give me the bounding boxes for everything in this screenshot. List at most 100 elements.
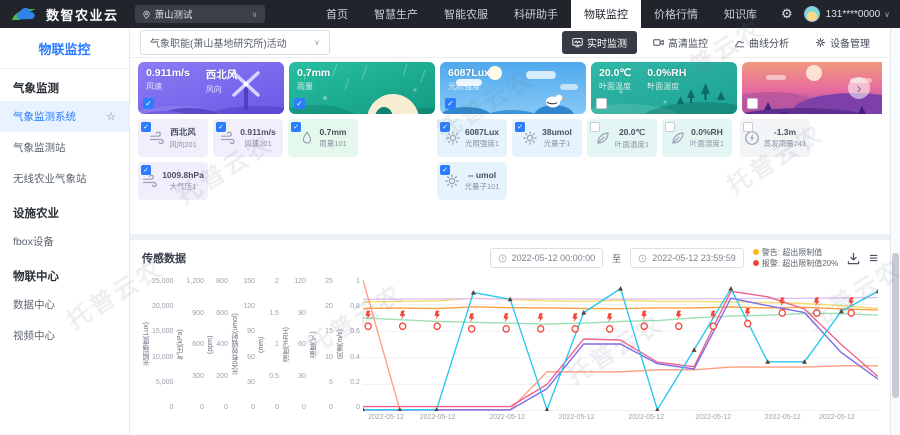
location-select[interactable]: 萧山测试 ∨ [135, 5, 265, 23]
y-axis-ppm: (ppm)8006004002000 [207, 278, 229, 423]
sensor-tile-风速201[interactable]: ✓0.911m/s风速201 [213, 119, 283, 157]
axis-tick: 90 [241, 328, 255, 335]
tile-text: 0.0%RH叶面湿度1 [690, 127, 724, 149]
tile-checkbox[interactable] [743, 122, 753, 132]
y-axis-ticks: 2520151050 [319, 278, 334, 411]
weather-card-wind[interactable]: 0.911m/s风速西北风风向✓ [138, 62, 284, 114]
sensor-tile-大气压1[interactable]: ✓1009.8hPa大气压1 [138, 162, 208, 200]
series-温度 [363, 298, 878, 410]
axis-tick: 0 [152, 404, 173, 411]
user-phone[interactable]: 131****0000 [826, 9, 881, 20]
nav-item-智能农服[interactable]: 智能农服 [431, 0, 501, 28]
warning-ring-icon [400, 323, 406, 329]
sun-icon [522, 130, 538, 146]
leaf-icon [670, 130, 686, 146]
y-axis-ticks: 1209060300 [292, 278, 307, 411]
tile-checkbox[interactable]: ✓ [141, 165, 151, 175]
sensor-tiles-row: ✓1009.8hPa大气压1✓-- umol光量子101 [138, 162, 882, 200]
tile-value: -- umol [464, 170, 499, 180]
date-from-input[interactable]: 2022-05-12 00:00:00 [490, 248, 604, 268]
favorite-star-icon[interactable]: ☆ [106, 110, 116, 123]
tile-checkbox[interactable]: ✓ [141, 122, 151, 132]
tile-checkbox[interactable]: ✓ [515, 122, 525, 132]
user-avatar[interactable] [804, 6, 820, 22]
alarm-bolt-icon [400, 311, 406, 320]
sensor-tile-光照强度1[interactable]: ✓ 6087Lux光照强度1 [437, 119, 507, 157]
y-axis-label: (ppm) [207, 278, 214, 411]
axis-tick: 0 [214, 404, 228, 411]
weather-card-sun[interactable]: 6087Lux光照强度✓ [440, 62, 586, 114]
axis-tick: 90 [292, 310, 306, 317]
tile-value: 0.0%RH [690, 127, 724, 137]
axis-tick: 0 [292, 404, 306, 411]
高清监控-button[interactable]: 高清监控 [643, 31, 718, 54]
axis-tick: 0 [265, 404, 279, 411]
card-checkbox[interactable] [747, 98, 758, 109]
sun-icon [444, 173, 460, 189]
sidebar-item-视频中心[interactable]: 视频中心 [0, 320, 129, 351]
card-checkbox[interactable] [596, 98, 607, 109]
tile-checkbox[interactable] [665, 122, 675, 132]
nav-item-首页[interactable]: 首页 [313, 0, 361, 28]
nav-item-价格行情[interactable]: 价格行情 [641, 0, 711, 28]
chart-menu-button[interactable]: ≡ [869, 250, 878, 267]
tile-checkbox[interactable]: ✓ [440, 122, 450, 132]
scrollbar-thumb[interactable] [892, 253, 899, 398]
date-to-input[interactable]: 2022-05-12 23:59:59 [630, 248, 744, 268]
sidebar-item-气象监测站[interactable]: 气象监测站 [0, 132, 129, 163]
metric-label: 风向 [206, 84, 238, 95]
nav-item-知识库[interactable]: 知识库 [711, 0, 770, 28]
y-axis-ticks: 10.80.60.40.20 [346, 278, 361, 411]
vertical-scrollbar[interactable] [890, 28, 900, 435]
chart-svg [363, 278, 878, 411]
location-chevron-icon: ∨ [252, 10, 258, 19]
weather-card-leaf[interactable]: 20.0℃叶面温度0.0%RH叶面湿度 [591, 62, 737, 114]
实时监测-button[interactable]: 实时监测 [562, 31, 637, 54]
card-checkbox[interactable]: ✓ [445, 98, 456, 109]
sidebar-item-无线农业气象站[interactable]: 无线农业气象站 [0, 163, 129, 194]
tile-checkbox[interactable] [590, 122, 600, 132]
nav-item-智慧生产[interactable]: 智慧生产 [361, 0, 431, 28]
wind-icon [142, 173, 158, 189]
axis-tick: 10 [319, 354, 333, 361]
settings-gear-icon[interactable]: ⚙ [770, 6, 804, 22]
axis-tick: 30 [292, 373, 306, 380]
tile-checkbox[interactable]: ✓ [291, 122, 301, 132]
download-button[interactable] [847, 252, 860, 265]
weather-card-rain[interactable]: 0.7mm雨量 ✓ [289, 62, 435, 114]
曲线分析-button[interactable]: 曲线分析 [724, 31, 799, 54]
tile-checkbox[interactable]: ✓ [440, 165, 450, 175]
card-checkbox[interactable]: ✓ [294, 98, 305, 109]
sensor-tile-叶面湿度1[interactable]: 0.0%RH叶面湿度1 [662, 119, 732, 157]
card-metric: 0.911m/s风速 [146, 67, 190, 95]
date-range-separator: 至 [612, 252, 621, 265]
card-metric: 20.0℃叶面温度 [599, 67, 631, 92]
sensor-tile-叶面温度1[interactable]: 20.0℃叶面温度1 [587, 119, 657, 157]
x-axis-label: 2022-05-12 [695, 414, 731, 421]
axis-tick: 2 [265, 278, 279, 285]
sensor-tile-蒸发雨量241[interactable]: -1.3m蒸发雨量241 [740, 119, 810, 157]
sensor-tile-光量子101[interactable]: ✓-- umol光量子101 [437, 162, 507, 200]
card-checkbox[interactable]: ✓ [143, 98, 154, 109]
sidebar-section-header: 气象监测 [0, 69, 129, 101]
tile-checkbox[interactable]: ✓ [216, 122, 226, 132]
sidebar-item-fbox设备[interactable]: fbox设备 [0, 226, 129, 257]
alarm-bolt-icon [434, 311, 440, 320]
sidebar-item-气象监测系统[interactable]: 气象监测系统☆ [0, 101, 129, 132]
device-select[interactable]: 气象职能(萧山基地研究所)活动 ∨ [140, 30, 330, 55]
boltc-icon [744, 130, 760, 146]
sensor-tile-雨量101[interactable]: ✓0.7mm雨量101 [288, 119, 358, 157]
sidebar-item-数据中心[interactable]: 数据中心 [0, 289, 129, 320]
nav-item-物联监控[interactable]: 物联监控 [571, 0, 641, 28]
nav-item-科研助手[interactable]: 科研助手 [501, 0, 571, 28]
tile-text: 6087Lux光照强度1 [465, 127, 499, 149]
设备管理-button[interactable]: 设备管理 [805, 31, 880, 54]
chart-x-labels: 2022-05-122022-05-122022-05-122022-05-12… [363, 411, 878, 423]
sidebar-section-header: 设施农业 [0, 194, 129, 226]
card-metric: 0.7mm雨量 [297, 67, 330, 92]
sensor-tile-光量子1[interactable]: ✓38umol光量子1 [512, 119, 582, 157]
alarm-bolt-icon [503, 313, 509, 322]
axis-tick: 15,000 [152, 328, 173, 335]
cards-next-button[interactable]: › [848, 77, 870, 99]
sensor-tile-风向201[interactable]: ✓西北风风向201 [138, 119, 208, 157]
